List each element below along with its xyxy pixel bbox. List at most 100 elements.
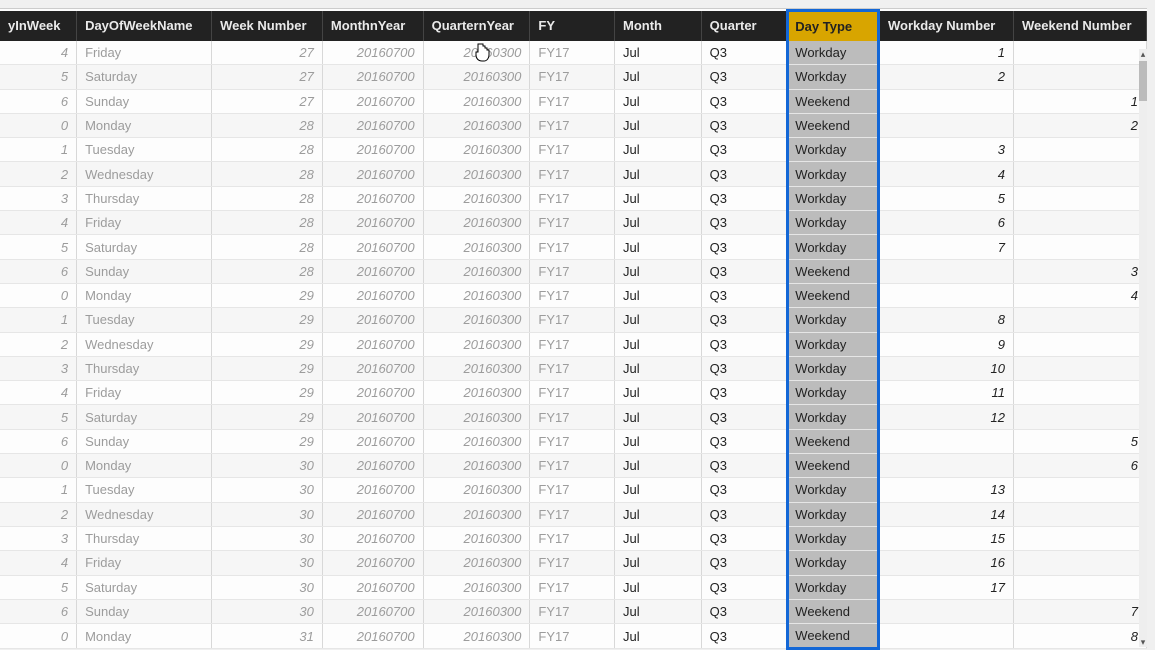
cell-monthnYear[interactable]: 20160700 bbox=[322, 332, 423, 356]
cell-weekNum[interactable]: 31 bbox=[212, 624, 323, 649]
cell-dayName[interactable]: Friday bbox=[77, 211, 212, 235]
cell-month[interactable]: Jul bbox=[615, 162, 702, 186]
cell-dayType[interactable]: Workday bbox=[788, 308, 879, 332]
cell-quarternYear[interactable]: 20160300 bbox=[423, 308, 530, 332]
cell-fy[interactable]: FY17 bbox=[530, 575, 615, 599]
cell-quarternYear[interactable]: 20160300 bbox=[423, 526, 530, 550]
cell-dayName[interactable]: Saturday bbox=[77, 405, 212, 429]
cell-quarternYear[interactable]: 20160300 bbox=[423, 65, 530, 89]
cell-dayType[interactable]: Workday bbox=[788, 162, 879, 186]
cell-dayInWeek[interactable]: 4 bbox=[0, 551, 77, 575]
cell-dayInWeek[interactable]: 4 bbox=[0, 381, 77, 405]
cell-month[interactable]: Jul bbox=[615, 41, 702, 65]
cell-fy[interactable]: FY17 bbox=[530, 478, 615, 502]
cell-quarter[interactable]: Q3 bbox=[701, 283, 788, 307]
cell-quarternYear[interactable]: 20160300 bbox=[423, 138, 530, 162]
cell-workdayNum[interactable]: 11 bbox=[878, 381, 1013, 405]
cell-weekendNum[interactable]: 3 bbox=[1013, 259, 1146, 283]
cell-dayName[interactable]: Monday bbox=[77, 454, 212, 478]
cell-month[interactable]: Jul bbox=[615, 186, 702, 210]
table-row[interactable]: 4Friday272016070020160300FY17JulQ3Workda… bbox=[0, 41, 1147, 65]
cell-month[interactable]: Jul bbox=[615, 138, 702, 162]
cell-dayInWeek[interactable]: 5 bbox=[0, 405, 77, 429]
cell-dayType[interactable]: Workday bbox=[788, 356, 879, 380]
cell-dayInWeek[interactable]: 6 bbox=[0, 89, 77, 113]
cell-monthnYear[interactable]: 20160700 bbox=[322, 211, 423, 235]
cell-fy[interactable]: FY17 bbox=[530, 162, 615, 186]
cell-quarter[interactable]: Q3 bbox=[701, 478, 788, 502]
cell-dayName[interactable]: Tuesday bbox=[77, 308, 212, 332]
cell-weekendNum[interactable] bbox=[1013, 308, 1146, 332]
cell-dayInWeek[interactable]: 0 bbox=[0, 113, 77, 137]
cell-dayName[interactable]: Thursday bbox=[77, 356, 212, 380]
column-header-month[interactable]: Month bbox=[615, 11, 702, 41]
cell-weekNum[interactable]: 28 bbox=[212, 211, 323, 235]
cell-monthnYear[interactable]: 20160700 bbox=[322, 308, 423, 332]
cell-weekendNum[interactable] bbox=[1013, 405, 1146, 429]
cell-weekendNum[interactable]: 1 bbox=[1013, 89, 1146, 113]
cell-workdayNum[interactable]: 2 bbox=[878, 65, 1013, 89]
cell-weekendNum[interactable]: 5 bbox=[1013, 429, 1146, 453]
cell-dayName[interactable]: Tuesday bbox=[77, 478, 212, 502]
cell-workdayNum[interactable]: 9 bbox=[878, 332, 1013, 356]
cell-month[interactable]: Jul bbox=[615, 551, 702, 575]
cell-dayInWeek[interactable]: 5 bbox=[0, 65, 77, 89]
table-row[interactable]: 0Monday312016070020160300FY17JulQ3Weeken… bbox=[0, 624, 1147, 649]
cell-weekNum[interactable]: 28 bbox=[212, 235, 323, 259]
cell-weekNum[interactable]: 29 bbox=[212, 405, 323, 429]
cell-quarter[interactable]: Q3 bbox=[701, 235, 788, 259]
table-row[interactable]: 2Wednesday292016070020160300FY17JulQ3Wor… bbox=[0, 332, 1147, 356]
cell-dayName[interactable]: Thursday bbox=[77, 526, 212, 550]
cell-workdayNum[interactable]: 17 bbox=[878, 575, 1013, 599]
cell-quarter[interactable]: Q3 bbox=[701, 429, 788, 453]
cell-dayType[interactable]: Workday bbox=[788, 211, 879, 235]
cell-dayType[interactable]: Workday bbox=[788, 138, 879, 162]
cell-fy[interactable]: FY17 bbox=[530, 454, 615, 478]
cell-monthnYear[interactable]: 20160700 bbox=[322, 113, 423, 137]
cell-dayType[interactable]: Weekend bbox=[788, 113, 879, 137]
cell-month[interactable]: Jul bbox=[615, 259, 702, 283]
cell-monthnYear[interactable]: 20160700 bbox=[322, 356, 423, 380]
cell-quarter[interactable]: Q3 bbox=[701, 599, 788, 623]
cell-dayName[interactable]: Wednesday bbox=[77, 162, 212, 186]
cell-dayType[interactable]: Workday bbox=[788, 332, 879, 356]
cell-quarternYear[interactable]: 20160300 bbox=[423, 211, 530, 235]
table-row[interactable]: 3Thursday282016070020160300FY17JulQ3Work… bbox=[0, 186, 1147, 210]
column-header-dayName[interactable]: DayOfWeekName bbox=[77, 11, 212, 41]
cell-dayType[interactable]: Workday bbox=[788, 41, 879, 65]
cell-quarternYear[interactable]: 20160300 bbox=[423, 283, 530, 307]
cell-dayName[interactable]: Monday bbox=[77, 283, 212, 307]
cell-quarter[interactable]: Q3 bbox=[701, 259, 788, 283]
cell-weekNum[interactable]: 28 bbox=[212, 186, 323, 210]
cell-quarter[interactable]: Q3 bbox=[701, 551, 788, 575]
cell-quarter[interactable]: Q3 bbox=[701, 138, 788, 162]
cell-dayInWeek[interactable]: 5 bbox=[0, 575, 77, 599]
cell-weekendNum[interactable] bbox=[1013, 356, 1146, 380]
table-row[interactable]: 1Tuesday302016070020160300FY17JulQ3Workd… bbox=[0, 478, 1147, 502]
scroll-down-icon[interactable]: ▾ bbox=[1139, 637, 1147, 647]
cell-dayType[interactable]: Workday bbox=[788, 502, 879, 526]
cell-dayName[interactable]: Sunday bbox=[77, 259, 212, 283]
cell-workdayNum[interactable] bbox=[878, 113, 1013, 137]
cell-month[interactable]: Jul bbox=[615, 356, 702, 380]
cell-weekNum[interactable]: 28 bbox=[212, 138, 323, 162]
cell-weekendNum[interactable] bbox=[1013, 186, 1146, 210]
cell-fy[interactable]: FY17 bbox=[530, 259, 615, 283]
cell-weekNum[interactable]: 29 bbox=[212, 356, 323, 380]
cell-monthnYear[interactable]: 20160700 bbox=[322, 138, 423, 162]
cell-dayInWeek[interactable]: 2 bbox=[0, 502, 77, 526]
scroll-thumb[interactable] bbox=[1139, 61, 1147, 101]
cell-dayInWeek[interactable]: 0 bbox=[0, 454, 77, 478]
cell-dayType[interactable]: Weekend bbox=[788, 624, 879, 649]
cell-monthnYear[interactable]: 20160700 bbox=[322, 502, 423, 526]
cell-monthnYear[interactable]: 20160700 bbox=[322, 162, 423, 186]
cell-weekNum[interactable]: 28 bbox=[212, 259, 323, 283]
cell-dayInWeek[interactable]: 3 bbox=[0, 356, 77, 380]
cell-weekendNum[interactable]: 8 bbox=[1013, 624, 1146, 649]
column-header-dayType[interactable]: Day Type bbox=[788, 11, 879, 41]
cell-weekNum[interactable]: 29 bbox=[212, 283, 323, 307]
cell-dayType[interactable]: Weekend bbox=[788, 283, 879, 307]
cell-quarter[interactable]: Q3 bbox=[701, 624, 788, 649]
cell-quarternYear[interactable]: 20160300 bbox=[423, 381, 530, 405]
cell-month[interactable]: Jul bbox=[615, 429, 702, 453]
